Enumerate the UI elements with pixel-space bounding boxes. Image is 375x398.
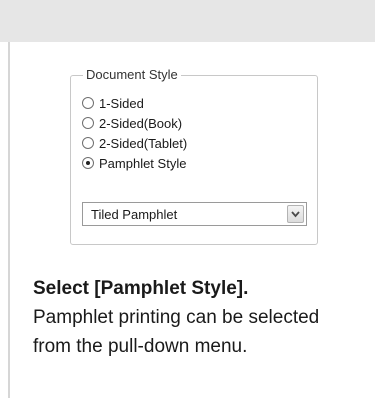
pamphlet-type-dropdown[interactable]: Tiled Pamphlet — [82, 202, 307, 226]
radio-label: 2-Sided(Book) — [99, 115, 183, 131]
radio-label: 1-Sided — [99, 95, 144, 111]
instruction-heading: Select [Pamphlet Style]. — [33, 278, 249, 299]
chevron-down-icon — [291, 211, 300, 218]
radio-button[interactable] — [82, 117, 94, 129]
radio-label: 2-Sided(Tablet) — [99, 135, 188, 151]
radio-button[interactable] — [82, 137, 94, 149]
instruction-text: Select [Pamphlet Style]. Pamphlet printi… — [33, 274, 353, 361]
header-band — [0, 0, 375, 42]
radio-option-pamphlet-style[interactable]: Pamphlet Style — [82, 153, 186, 173]
left-margin-rule — [8, 42, 10, 398]
radio-option-1-sided[interactable]: 1-Sided — [82, 93, 144, 113]
radio-selected-dot — [86, 161, 90, 165]
radio-option-2-sided-book[interactable]: 2-Sided(Book) — [82, 113, 182, 133]
instruction-body: Pamphlet printing can be selected from t… — [33, 307, 320, 357]
dropdown-selected-value: Tiled Pamphlet — [91, 207, 178, 222]
radio-label: Pamphlet Style — [99, 155, 187, 171]
document-style-legend: Document Style — [83, 67, 181, 83]
radio-button-selected[interactable] — [82, 157, 94, 169]
radio-button[interactable] — [82, 97, 94, 109]
radio-option-2-sided-tablet[interactable]: 2-Sided(Tablet) — [82, 133, 187, 153]
dropdown-button[interactable] — [287, 205, 304, 223]
